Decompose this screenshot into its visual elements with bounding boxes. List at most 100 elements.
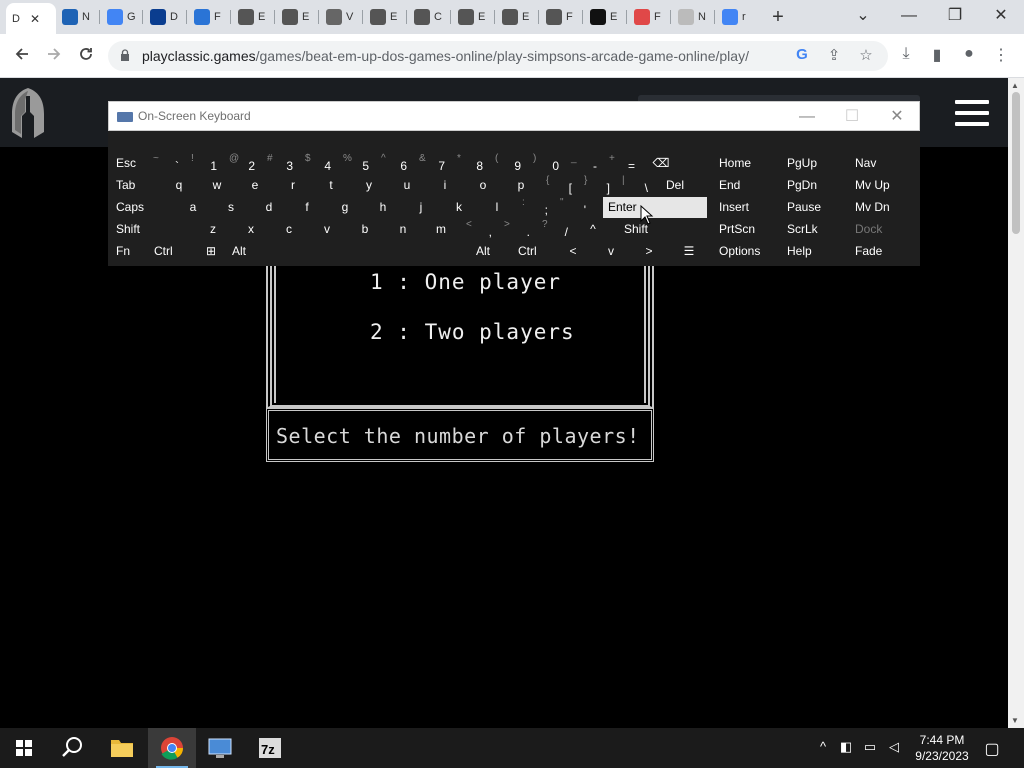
osk-nav-key[interactable]: Mv Dn (850, 197, 918, 218)
osk-key[interactable]: l (479, 197, 515, 218)
tab-4[interactable]: F (188, 4, 232, 30)
osk-key[interactable]: e (237, 175, 273, 196)
osk-key[interactable]: >. (499, 219, 535, 240)
osk-key[interactable]: $4 (300, 153, 336, 174)
system-clock[interactable]: 7:44 PM 9/23/2023 (906, 732, 978, 764)
osk-nav-key[interactable]: Fade (850, 241, 918, 262)
osk-key[interactable]: f (289, 197, 325, 218)
tab-12[interactable]: F (540, 4, 584, 30)
osk-maximize-button[interactable]: ☐ (840, 106, 864, 128)
osk-key[interactable]: x (233, 219, 269, 240)
osk-key[interactable]: Shift (111, 219, 193, 240)
osk-nav-key[interactable]: Home (714, 153, 780, 174)
network-icon[interactable]: ▭ (861, 739, 879, 755)
tab-11[interactable]: E (496, 4, 540, 30)
osk-nav-key[interactable]: PrtScn (714, 219, 780, 240)
tab-8[interactable]: E (364, 4, 408, 30)
osk-key[interactable]: r (275, 175, 311, 196)
osk-nav-key[interactable]: Mv Up (850, 175, 918, 196)
osk-key[interactable]: ⊞ (197, 241, 225, 262)
osk-key[interactable]: s (213, 197, 249, 218)
scroll-up-arrow-icon[interactable]: ▲ (1011, 81, 1019, 90)
tab-16[interactable]: r (716, 4, 760, 30)
osk-minimize-button[interactable]: — (795, 106, 819, 128)
osk-nav-key[interactable]: Dock (850, 219, 918, 240)
osk-key[interactable]: d (251, 197, 287, 218)
osk-key[interactable]: <, (461, 219, 497, 240)
osk-key[interactable]: Alt (471, 241, 511, 262)
osk-key[interactable]: i (427, 175, 463, 196)
osk-nav-key[interactable]: Pause (782, 197, 848, 218)
osk-key[interactable]: Alt (227, 241, 263, 262)
tab-13[interactable]: E (584, 4, 628, 30)
osk-key[interactable]: ⌫ (642, 153, 680, 174)
browser-menu-icon[interactable]: ⋮ (990, 45, 1012, 65)
7zip-button[interactable]: 7z (246, 728, 294, 768)
osk-key[interactable] (265, 241, 468, 262)
tab-search-button[interactable]: ⌄ (848, 4, 878, 28)
osk-key[interactable]: p (503, 175, 539, 196)
osk-key[interactable]: Tab (111, 175, 159, 196)
reload-button[interactable] (72, 42, 100, 70)
osk-nav-key[interactable]: End (714, 175, 780, 196)
forward-button[interactable] (40, 42, 68, 70)
osk-key[interactable]: h (365, 197, 401, 218)
tab-close-icon[interactable]: ✕ (30, 12, 40, 26)
osk-key[interactable]: ^ 6 (376, 153, 412, 174)
osk-title-bar[interactable]: On-Screen Keyboard — ☐ ✕ (108, 101, 920, 131)
osk-key[interactable]: Enter (603, 197, 707, 218)
osk-key[interactable]: (9 (490, 153, 526, 174)
osk-key[interactable]: Fn (111, 241, 147, 262)
osk-key[interactable]: Esc (111, 153, 149, 174)
back-button[interactable] (8, 42, 36, 70)
volume-muted-icon[interactable]: ◁ (885, 739, 903, 755)
new-tab-button[interactable]: + (767, 6, 789, 29)
tab-5[interactable]: E (232, 4, 276, 30)
osk-key[interactable]: c (271, 219, 307, 240)
remote-desktop-button[interactable] (196, 728, 244, 768)
osk-key[interactable]: < (555, 241, 591, 262)
osk-key[interactable]: + = (604, 153, 640, 174)
tab-15[interactable]: N (672, 4, 716, 30)
tab-active[interactable]: D ✕ (6, 3, 56, 34)
notifications-icon[interactable]: ▢ (983, 739, 1001, 759)
spartan-helmet-logo-icon[interactable] (8, 86, 48, 140)
address-bar[interactable]: playclassic.games/games/beat-em-up-dos-g… (108, 41, 888, 71)
tab-1[interactable]: N (56, 4, 100, 30)
page-scrollbar[interactable]: ▲ ▼ (1008, 78, 1024, 728)
start-button[interactable] (0, 728, 48, 768)
osk-key[interactable]: ~ ` (148, 153, 184, 174)
url-text[interactable]: playclassic.games/games/beat-em-up-dos-g… (142, 48, 749, 64)
osk-key[interactable]: :; (517, 197, 553, 218)
osk-nav-key[interactable]: Options (714, 241, 780, 262)
tab-6[interactable]: E (276, 4, 320, 30)
scroll-down-arrow-icon[interactable]: ▼ (1011, 716, 1019, 725)
osk-key[interactable]: j (403, 197, 439, 218)
osk-key[interactable]: v (309, 219, 345, 240)
osk-key[interactable]: % 5 (338, 153, 374, 174)
osk-key[interactable]: w (199, 175, 235, 196)
show-hidden-icons-icon[interactable]: ^ (814, 739, 832, 754)
osk-key[interactable]: Ctrl (513, 241, 553, 262)
osk-key[interactable]: Caps (111, 197, 173, 218)
download-icon[interactable]: ⤓ (895, 45, 917, 63)
file-explorer-button[interactable] (98, 728, 146, 768)
security-tray-icon[interactable]: ◧ (837, 739, 855, 755)
osk-key[interactable]: t (313, 175, 349, 196)
google-lens-icon[interactable]: G (792, 46, 812, 63)
osk-key[interactable]: Shift (619, 219, 707, 240)
game-screen[interactable]: 1 : One player 2 : Two players Select th… (266, 258, 654, 463)
close-window-button[interactable]: ✕ (986, 4, 1016, 28)
tab-14[interactable]: F (628, 4, 672, 30)
osk-key[interactable]: u (389, 175, 425, 196)
osk-key[interactable]: & 7 (414, 153, 450, 174)
osk-key[interactable]: b (347, 219, 383, 240)
osk-key[interactable]: z (195, 219, 231, 240)
osk-key[interactable]: q (161, 175, 197, 196)
osk-key[interactable]: Del (661, 175, 707, 196)
osk-key[interactable]: {[ (541, 175, 577, 196)
tab-7[interactable]: V (320, 4, 364, 30)
osk-key[interactable]: y (351, 175, 387, 196)
osk-key[interactable]: n (385, 219, 421, 240)
side-panel-icon[interactable]: ▮ (926, 45, 948, 65)
